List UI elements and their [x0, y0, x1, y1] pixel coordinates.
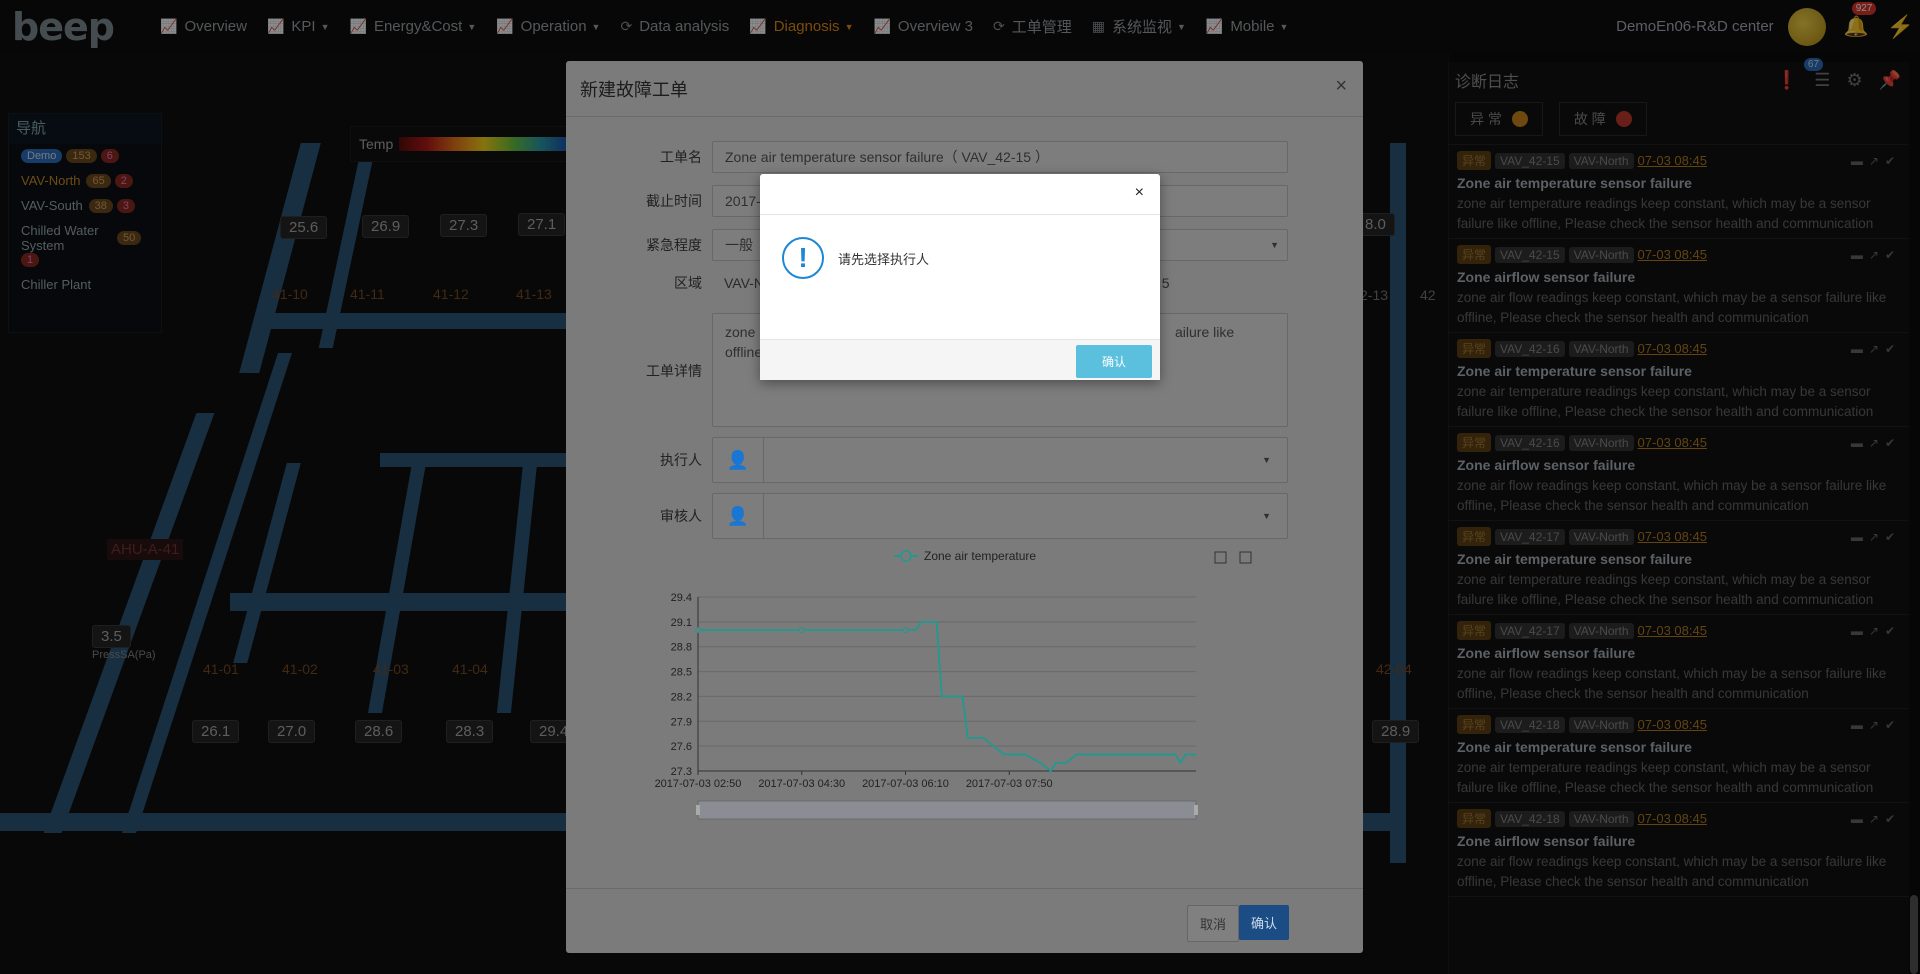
close-icon[interactable]: ×: [1135, 184, 1144, 202]
zoom-icon: [1214, 551, 1227, 564]
y-tick-label: 27.9: [671, 716, 692, 728]
name-label: 工单名: [660, 149, 702, 165]
x-tick-label: 2017-07-03 04:30: [758, 778, 845, 790]
cancel-button[interactable]: 取消: [1186, 905, 1239, 942]
legend-label: Zone air temperature: [924, 549, 1036, 563]
data-point: [695, 627, 701, 634]
urgency-value: 一般: [725, 237, 753, 253]
name-input[interactable]: Zone air temperature sensor failure（ VAV…: [712, 141, 1288, 173]
detail-label: 工单详情: [646, 363, 702, 379]
data-zoom-handle-left[interactable]: [696, 805, 700, 815]
y-tick-label: 29.4: [671, 592, 692, 604]
temperature-chart: Zone air temperature 29.4 29.1 28.8 28.5 28.2…: [626, 541, 1306, 846]
y-tick-label: 29.1: [671, 617, 692, 629]
executor-select[interactable]: 👤 ▼: [712, 437, 1288, 483]
dialog-title: 新建故障工单: [580, 79, 688, 100]
restore-icon: [1239, 551, 1252, 564]
y-tick-label: 27.3: [671, 766, 692, 778]
y-tick-label: 28.8: [671, 642, 692, 654]
alert-message: 请先选择执行人: [838, 251, 930, 267]
exclamation-icon: !: [782, 237, 824, 279]
dialog-header: 新建故障工单 ×: [566, 61, 1363, 117]
reviewer-select[interactable]: 👤 ▼: [712, 493, 1288, 539]
confirm-button[interactable]: 确认: [1238, 905, 1289, 940]
detail-text-tail: ailure like: [1175, 324, 1235, 340]
executor-row: 执行人 👤 ▼: [626, 437, 1288, 483]
reviewer-label: 审核人: [660, 508, 702, 524]
area-label: 区域: [674, 275, 702, 291]
alert-header: ×: [760, 174, 1160, 215]
alert-ok-button[interactable]: 确认: [1075, 345, 1152, 378]
x-tick-label: 2017-07-03 06:10: [862, 778, 949, 790]
urgency-label: 紧急程度: [646, 237, 702, 253]
x-tick-label: 2017-07-03 02:50: [655, 778, 742, 790]
data-point: [798, 627, 805, 634]
area-value-tail: 5: [1161, 275, 1170, 291]
executor-label: 执行人: [660, 452, 702, 468]
reviewer-row: 审核人 👤 ▼: [626, 493, 1288, 539]
data-zoom-handle-right[interactable]: [1194, 805, 1198, 815]
name-row: 工单名 Zone air temperature sensor failure（…: [626, 141, 1288, 173]
data-point: [902, 627, 909, 634]
x-tick-label: 2017-07-03 07:50: [966, 778, 1053, 790]
legend-marker: [900, 550, 912, 562]
y-tick-label: 27.6: [671, 741, 692, 753]
alert-footer: 确认: [760, 339, 1160, 380]
data-zoom-slider[interactable]: [697, 800, 1197, 820]
y-tick-label: 28.5: [671, 667, 692, 679]
dialog-footer: 取消 确认: [566, 888, 1363, 953]
user-icon: 👤: [713, 438, 764, 482]
alert-body: ! 请先选择执行人: [760, 215, 1160, 279]
caret-down-icon: ▼: [1262, 455, 1271, 465]
chart-svg: Zone air temperature 29.4 29.1 28.8 28.5 28.2…: [655, 549, 1252, 820]
y-tick-label: 28.2: [671, 691, 692, 703]
deadline-label: 截止时间: [646, 193, 702, 209]
alert-dialog: × ! 请先选择执行人 确认: [760, 174, 1160, 380]
caret-down-icon: ▼: [1262, 511, 1271, 521]
user-icon: 👤: [713, 494, 764, 538]
caret-down-icon: ▼: [1270, 240, 1279, 250]
close-icon[interactable]: ×: [1335, 75, 1347, 98]
